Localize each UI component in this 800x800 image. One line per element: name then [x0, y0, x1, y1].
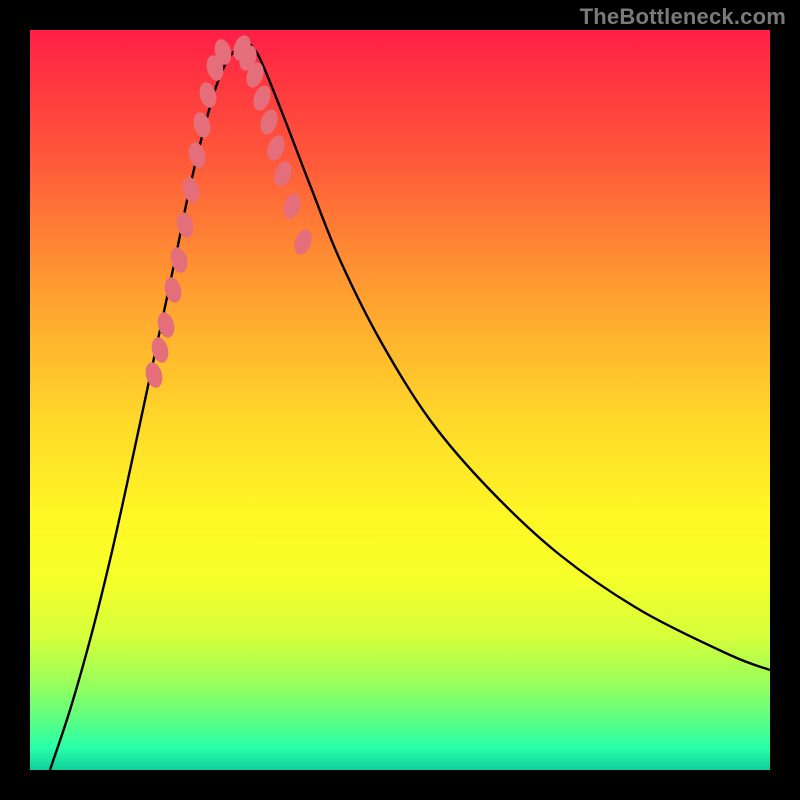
curve-bead — [280, 191, 303, 221]
curve-bead — [191, 110, 213, 139]
curve-bead — [168, 245, 190, 274]
bead-group-left — [143, 37, 234, 389]
curve-bead — [291, 227, 314, 257]
chart-frame: TheBottleneck.com — [0, 0, 800, 800]
curve-bead — [186, 140, 208, 169]
curve-bead — [264, 133, 287, 163]
bottleneck-curve-svg — [30, 30, 770, 770]
bottleneck-curve-path — [50, 42, 770, 770]
curve-bead — [174, 210, 196, 239]
watermark-label: TheBottleneck.com — [580, 4, 786, 30]
curve-bead — [271, 159, 294, 189]
curve-bead — [143, 360, 165, 389]
curve-bead — [250, 83, 273, 113]
bead-group-right — [230, 33, 314, 257]
curve-bead — [257, 107, 280, 137]
curve-bead — [180, 175, 202, 204]
